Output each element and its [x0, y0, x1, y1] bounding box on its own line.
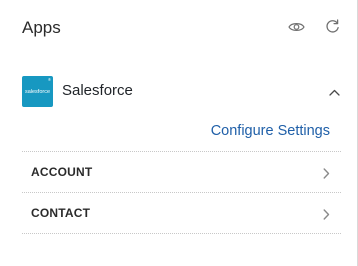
chevron-right-icon [321, 207, 331, 221]
object-list: ACCOUNT CONTACT [22, 151, 341, 234]
chevron-right-icon [321, 166, 331, 180]
panel-header: Apps [22, 17, 342, 41]
refresh-icon [325, 19, 340, 39]
panel-title: Apps [22, 18, 61, 37]
refresh-button[interactable] [322, 19, 342, 39]
chevron-up-icon [328, 83, 340, 101]
app-name: Salesforce [62, 82, 133, 99]
logo-text: salesforce [24, 88, 51, 95]
list-item-account[interactable]: ACCOUNT [22, 151, 341, 192]
collapse-button[interactable] [326, 84, 342, 100]
app-row-salesforce[interactable]: salesforce ® Salesforce [22, 76, 342, 108]
list-item-label: ACCOUNT [31, 165, 93, 179]
apps-panel: Apps salesforce ® Salesforce Configure S… [0, 0, 358, 266]
visibility-button[interactable] [286, 19, 306, 39]
list-item-contact[interactable]: CONTACT [22, 192, 341, 234]
salesforce-logo-icon: salesforce ® [22, 76, 53, 107]
list-item-label: CONTACT [31, 206, 91, 220]
configure-settings-link[interactable]: Configure Settings [211, 122, 330, 140]
logo-mark: ® [48, 77, 51, 82]
eye-icon [287, 20, 305, 38]
